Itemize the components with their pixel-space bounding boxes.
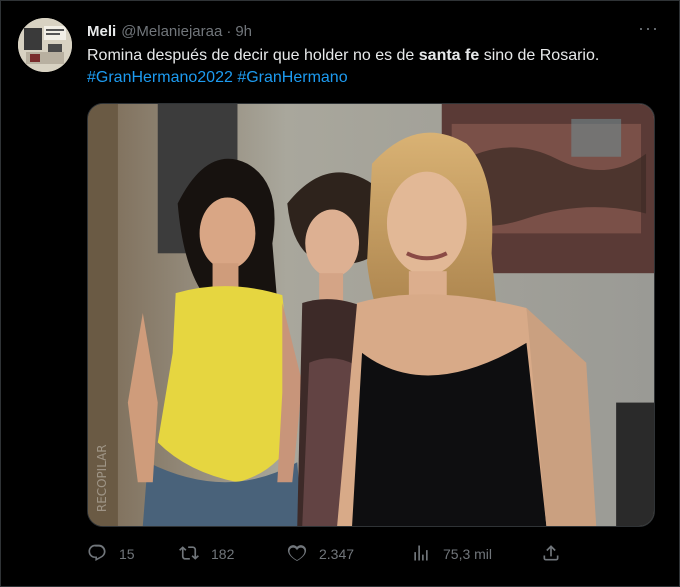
- hashtag-granhermano2022[interactable]: #GranHermano2022: [87, 69, 233, 86]
- reply-icon: [87, 543, 107, 566]
- tweet-text-part2: sino de Rosario.: [479, 47, 600, 64]
- retweet-count: 182: [211, 546, 235, 562]
- display-name[interactable]: Meli: [87, 23, 116, 40]
- tweet-image[interactable]: RECOPILAR: [87, 103, 655, 527]
- like-count: 2.347: [319, 546, 355, 562]
- tweet-text-bold: santa fe: [418, 47, 480, 64]
- tweet-header: Meli @Melaniejaraa · 9h ···: [87, 18, 659, 42]
- reply-button[interactable]: 15: [87, 543, 135, 566]
- retweet-button[interactable]: 182: [179, 543, 234, 566]
- watermark-text: RECOPILAR: [95, 444, 109, 512]
- retweet-icon: [179, 543, 199, 566]
- tweet-text-part1: Romina después de decir que holder no es…: [87, 47, 419, 64]
- tweet-card[interactable]: Meli @Melaniejaraa · 9h ··· Romina despu…: [0, 0, 680, 587]
- action-bar: 15 182 2.347 75,3 mil: [87, 541, 567, 567]
- user-handle[interactable]: @Melaniejaraa: [121, 23, 222, 40]
- timestamp[interactable]: 9h: [235, 23, 252, 40]
- heart-icon: [287, 543, 307, 566]
- views-count: 75,3 mil: [443, 546, 493, 562]
- share-button[interactable]: [541, 543, 561, 566]
- views-icon: [411, 543, 431, 566]
- tweet-text: Romina después de decir que holder no es…: [87, 45, 657, 89]
- share-icon: [541, 543, 561, 566]
- hashtag-granhermano[interactable]: #GranHermano: [237, 69, 347, 86]
- reply-count: 15: [119, 546, 135, 562]
- separator-dot: ·: [226, 22, 232, 40]
- like-button[interactable]: 2.347: [287, 543, 354, 566]
- views-button[interactable]: 75,3 mil: [411, 543, 492, 566]
- avatar[interactable]: [18, 18, 72, 72]
- more-icon[interactable]: ···: [638, 18, 659, 39]
